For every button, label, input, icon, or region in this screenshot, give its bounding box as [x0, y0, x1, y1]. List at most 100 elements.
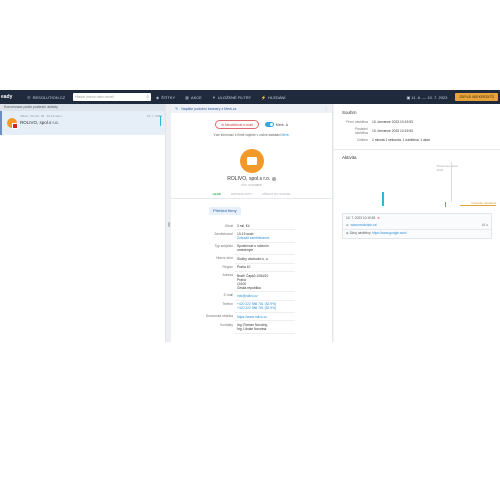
field-value: 10-19 osob Zobrazit zaměstnance — [235, 229, 295, 243]
summary-label: Poslední návštěva — [354, 126, 368, 135]
field-row: Domovská stránka https://www.rolivo.cz — [191, 312, 295, 322]
search-input[interactable]: Hledat jméno nebo email ⚲ — [73, 93, 152, 101]
notice-text[interactable]: Napište podobní bannery z Merk.cz — [181, 107, 236, 111]
unsubscribe-button[interactable]: Neodebírat e-mail — [215, 120, 259, 129]
list-item[interactable]: Sklad · 20 min. 45 · 10:13 ukon. 10. 7. … — [0, 111, 165, 135]
search-icon[interactable]: ⚲ — [146, 95, 149, 99]
show-employees-link[interactable]: Zobrazit zaměstnance — [237, 236, 293, 240]
field-row: Hlavní obor Služby obchodní s. o. — [191, 254, 295, 264]
divider — [334, 149, 500, 150]
search-placeholder: Hledat jméno nebo email — [75, 95, 114, 99]
timeline-bar[interactable] — [382, 192, 384, 206]
summary-row: Poslední návštěva 10. července 2023 10:19… — [344, 125, 432, 136]
field-row: E-mail info@rolivo.cz — [191, 291, 295, 301]
toggle-label: Merk — [275, 122, 284, 127]
notice-bar: ✎ Napište podobní bannery z Merk.cz ⋮ — [171, 104, 332, 113]
nav-actions[interactable]: ▦ AKCE — [180, 95, 207, 100]
field-value: Služby obchodní s. o. — [235, 254, 295, 264]
briefcase-icon — [246, 157, 257, 165]
phone-link[interactable]: +420 222 986 761 (52.9%) — [237, 306, 293, 310]
field-value: info@rolivo.cz — [235, 291, 295, 301]
summary-value: 1 minuta 1 sekunda, 1 návštěva, 1 akce — [372, 137, 431, 142]
page-visit-icon: ⊕ — [346, 223, 349, 227]
merk-toggle[interactable]: Merk A — [264, 122, 288, 127]
date-range-label: 11. 6. — 10. 7. 2023 — [411, 94, 448, 100]
toggle-switch[interactable] — [264, 122, 274, 127]
activity-event-card[interactable]: 10. 7. 2023 10:19:53 ✕ ⊕ www.resolution.cz… — [342, 213, 492, 239]
list-header: Konverzace podle poslední aktivity — [0, 104, 165, 111]
nav-resolution[interactable]: ☰ RESOLUTION.CZ — [22, 95, 70, 100]
field-label: Kontakty — [220, 322, 233, 327]
grid-icon: ▦ — [185, 94, 189, 100]
summary-value: 10. července 2023 10:19:53 — [372, 128, 413, 133]
event-url-row: ⊕ www.resolution.cz/ — [346, 223, 377, 227]
event-source-link[interactable]: https://www.google.com/ — [372, 231, 407, 235]
summary-panel: Souhrn První návštěva 10. července 2023 1… — [334, 104, 500, 342]
field-row: Typ subjektu Společnost s ručením omezeným — [191, 242, 295, 256]
summary-row: Celkem 1 minuta 1 sekunda, 1 návštěva, 1 … — [344, 136, 432, 143]
timeline-bar[interactable] — [445, 202, 446, 207]
resize-grip-icon — [167, 222, 170, 227]
field-value: https://www.rolivo.cz — [235, 312, 295, 322]
tab-add-to-study[interactable]: PŘIDAT DO STUDIE — [262, 192, 290, 196]
close-icon[interactable]: ✕ — [377, 216, 380, 220]
event-date: 10. 7. 2023 10:19:53 — [346, 216, 376, 220]
company-name: ROLIVO, spol.s r.o. — [227, 176, 271, 182]
list-scrollbar[interactable] — [159, 116, 161, 126]
field-value: Praha 10 — [235, 263, 295, 272]
field-label: Obrat — [224, 223, 233, 228]
info-note-link[interactable]: Merk. — [281, 133, 289, 137]
field-row: Region Praha 10 — [191, 263, 295, 272]
nav-saved-filters-label: ULOŽENÉ FILTRY — [217, 94, 252, 100]
event-source-row: ⊕ Zdroj návštěvy: https://www.google.com… — [346, 231, 407, 235]
nav-search[interactable]: ⚡ HLEDÁNÍ — [256, 95, 290, 100]
summary-row: První návštěva 10. července 2023 10:19:53 — [344, 118, 432, 125]
timeline-marker-line — [451, 162, 452, 202]
company-avatar-large — [239, 149, 264, 173]
pencil-icon: ✎ — [175, 106, 179, 111]
field-label: Region — [222, 264, 233, 269]
summary-value: 10. července 2023 10:19:53 — [372, 119, 413, 124]
credit-badge[interactable]: ZBÝVÁ 465 KREDITŮ — [455, 93, 498, 101]
field-value: Společnost s ručením omezeným — [235, 242, 295, 256]
company-id: IČO: 27123825 — [241, 183, 262, 187]
tab-lead[interactable]: LEAD — [213, 192, 221, 196]
more-options-icon[interactable]: ⋮ — [324, 106, 328, 111]
list-icon: ☰ — [27, 94, 31, 100]
summary-label: První návštěva — [346, 119, 368, 124]
date-range-picker[interactable]: ▣ 11. 6. — 10. 7. 2023 — [403, 95, 452, 100]
field-row: Zaměstnanci 10-19 osob Zobrazit zaměstnanc… — [191, 229, 295, 243]
conversation-list-panel: Konverzace podle poslední aktivity Sklad… — [0, 104, 166, 342]
nav-saved-filters[interactable]: ▼ ULOŽENÉ FILTRY — [207, 95, 256, 100]
nav-resolution-label: RESOLUTION.CZ — [32, 94, 66, 100]
app-window: eady ☰ RESOLUTION.CZ Hledat jméno nebo e… — [0, 90, 500, 342]
field-label: Typ subjektu — [214, 243, 233, 248]
field-label: Domovská stránka — [205, 314, 233, 319]
field-row: Adresa Bratří Čapků 1084/10 Praha 10100 Česk… — [191, 271, 295, 293]
nav-tags[interactable]: ◆ ŠTÍTKY — [151, 95, 180, 100]
event-url[interactable]: www.resolution.cz/ — [351, 223, 377, 227]
event-header: 10. 7. 2023 10:19:53 ✕ — [346, 216, 380, 220]
edit-icon[interactable] — [271, 176, 276, 181]
bolt-icon: ⚡ — [261, 94, 267, 100]
field-text: omezeným — [237, 248, 254, 253]
company-overview-button[interactable]: Přehled firmy — [209, 206, 241, 215]
future-label: Plánované akce 2023 — [437, 164, 458, 172]
brand-logo[interactable]: eady — [0, 94, 22, 100]
field-row: Obrat 3 mil. Kč — [191, 222, 295, 231]
field-label: Adresa — [222, 273, 233, 278]
activity-title: Aktivita — [342, 154, 357, 160]
tab-opportunity[interactable]: OPPORTUNITY — [231, 192, 253, 196]
field-label: Telefon — [222, 301, 233, 306]
field-label: Hlavní obor — [216, 256, 233, 261]
divider — [343, 229, 491, 230]
company-avatar — [7, 118, 18, 129]
field-value: Ing. Roman Novotný, Ing. Libuše Novotná — [235, 320, 295, 334]
nav-actions-label: AKCE — [190, 94, 202, 100]
website-link[interactable]: https://www.rolivo.cz — [237, 315, 293, 319]
toggle-value: A — [285, 122, 288, 127]
info-note: Více informací k firmě najdete v online … — [171, 133, 332, 137]
future-year: 2023 — [436, 168, 444, 172]
email-link[interactable]: info@rolivo.cz — [237, 294, 293, 298]
nav-tags-label: ŠTÍTKY — [161, 94, 176, 100]
